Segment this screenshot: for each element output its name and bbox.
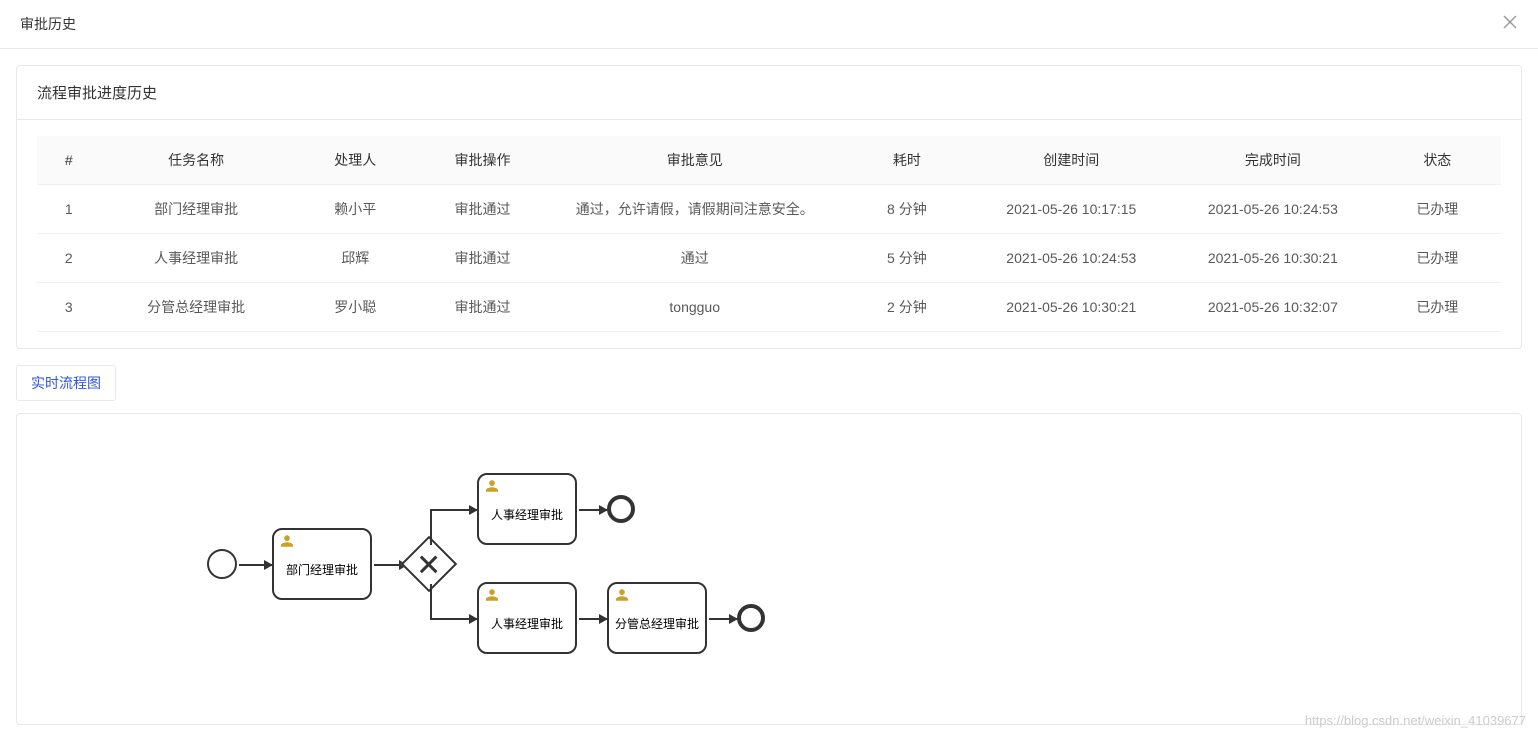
user-icon [615, 588, 629, 602]
card-title: 流程审批进度历史 [17, 66, 1521, 120]
cell-duration: 2 分钟 [843, 283, 970, 332]
th-op: 审批操作 [419, 136, 546, 185]
arrow [579, 618, 607, 620]
task-node-dept-manager: 部门经理审批 [272, 528, 372, 600]
arrow [579, 509, 607, 511]
cell-task: 部门经理审批 [101, 185, 292, 234]
cell-comment: 通过 [546, 234, 843, 283]
cell-op: 审批通过 [419, 185, 546, 234]
cell-op: 审批通过 [419, 234, 546, 283]
task-label: 人事经理审批 [491, 615, 563, 632]
cell-created: 2021-05-26 10:24:53 [971, 234, 1173, 283]
cell-comment: tongguo [546, 283, 843, 332]
cell-idx: 3 [37, 283, 101, 332]
connector [430, 509, 432, 545]
cell-op: 审批通过 [419, 283, 546, 332]
exclusive-gateway [401, 536, 458, 593]
task-node-hr-manager-a: 人事经理审批 [477, 473, 577, 545]
cell-finished: 2021-05-26 10:32:07 [1172, 283, 1374, 332]
tab-realtime-diagram[interactable]: 实时流程图 [16, 365, 116, 401]
task-node-division-manager: 分管总经理审批 [607, 582, 707, 654]
connector [430, 584, 432, 620]
cell-task: 人事经理审批 [101, 234, 292, 283]
cell-finished: 2021-05-26 10:30:21 [1172, 234, 1374, 283]
user-icon [485, 479, 499, 493]
cell-status[interactable]: 已办理 [1374, 185, 1501, 234]
task-label: 部门经理审批 [286, 561, 358, 578]
cell-idx: 1 [37, 185, 101, 234]
modal-title: 审批历史 [20, 14, 76, 34]
task-label: 人事经理审批 [491, 506, 563, 523]
cell-status[interactable]: 已办理 [1374, 283, 1501, 332]
cell-handler: 赖小平 [292, 185, 419, 234]
th-handler: 处理人 [292, 136, 419, 185]
cell-created: 2021-05-26 10:17:15 [971, 185, 1173, 234]
th-status: 状态 [1374, 136, 1501, 185]
table-row: 1部门经理审批赖小平审批通过通过，允许请假，请假期间注意安全。8 分钟2021-… [37, 185, 1501, 234]
th-finished: 完成时间 [1172, 136, 1374, 185]
th-comment: 审批意见 [546, 136, 843, 185]
cell-finished: 2021-05-26 10:24:53 [1172, 185, 1374, 234]
cell-duration: 5 分钟 [843, 234, 970, 283]
cell-handler: 邱辉 [292, 234, 419, 283]
task-node-hr-manager-b: 人事经理审批 [477, 582, 577, 654]
th-idx: # [37, 136, 101, 185]
table-row: 2人事经理审批邱辉审批通过通过5 分钟2021-05-26 10:24:5320… [37, 234, 1501, 283]
history-card: 流程审批进度历史 # 任务名称 处理人 审批操作 审批意见 耗时 创建时间 完成… [16, 65, 1522, 349]
arrow [709, 618, 737, 620]
th-task: 任务名称 [101, 136, 292, 185]
user-icon [280, 534, 294, 548]
th-created: 创建时间 [971, 136, 1173, 185]
table-header-row: # 任务名称 处理人 审批操作 审批意见 耗时 创建时间 完成时间 状态 [37, 136, 1501, 185]
history-table: # 任务名称 处理人 审批操作 审批意见 耗时 创建时间 完成时间 状态 1部门… [37, 136, 1501, 332]
close-icon[interactable] [1502, 14, 1518, 34]
tab-bar: 实时流程图 [16, 365, 1522, 401]
cell-handler: 罗小聪 [292, 283, 419, 332]
cell-created: 2021-05-26 10:30:21 [971, 283, 1173, 332]
arrow [430, 509, 477, 511]
diagram-card: 部门经理审批 人事经理审批 人事经理审批 [16, 413, 1522, 725]
th-duration: 耗时 [843, 136, 970, 185]
start-event [207, 549, 237, 579]
modal-body: 流程审批进度历史 # 任务名称 处理人 审批操作 审批意见 耗时 创建时间 完成… [0, 49, 1538, 741]
cell-idx: 2 [37, 234, 101, 283]
user-icon [485, 588, 499, 602]
arrow [239, 564, 272, 566]
cell-comment: 通过，允许请假，请假期间注意安全。 [546, 185, 843, 234]
cell-duration: 8 分钟 [843, 185, 970, 234]
task-label: 分管总经理审批 [615, 615, 699, 632]
modal-header: 审批历史 [0, 0, 1538, 49]
end-event [607, 495, 635, 523]
arrow [430, 618, 477, 620]
table-row: 3分管总经理审批罗小聪审批通过tongguo2 分钟2021-05-26 10:… [37, 283, 1501, 332]
bpmn-diagram: 部门经理审批 人事经理审批 人事经理审批 [177, 444, 937, 664]
cell-task: 分管总经理审批 [101, 283, 292, 332]
cell-status[interactable]: 已办理 [1374, 234, 1501, 283]
card-body: # 任务名称 处理人 审批操作 审批意见 耗时 创建时间 完成时间 状态 1部门… [17, 120, 1521, 348]
end-event [737, 604, 765, 632]
